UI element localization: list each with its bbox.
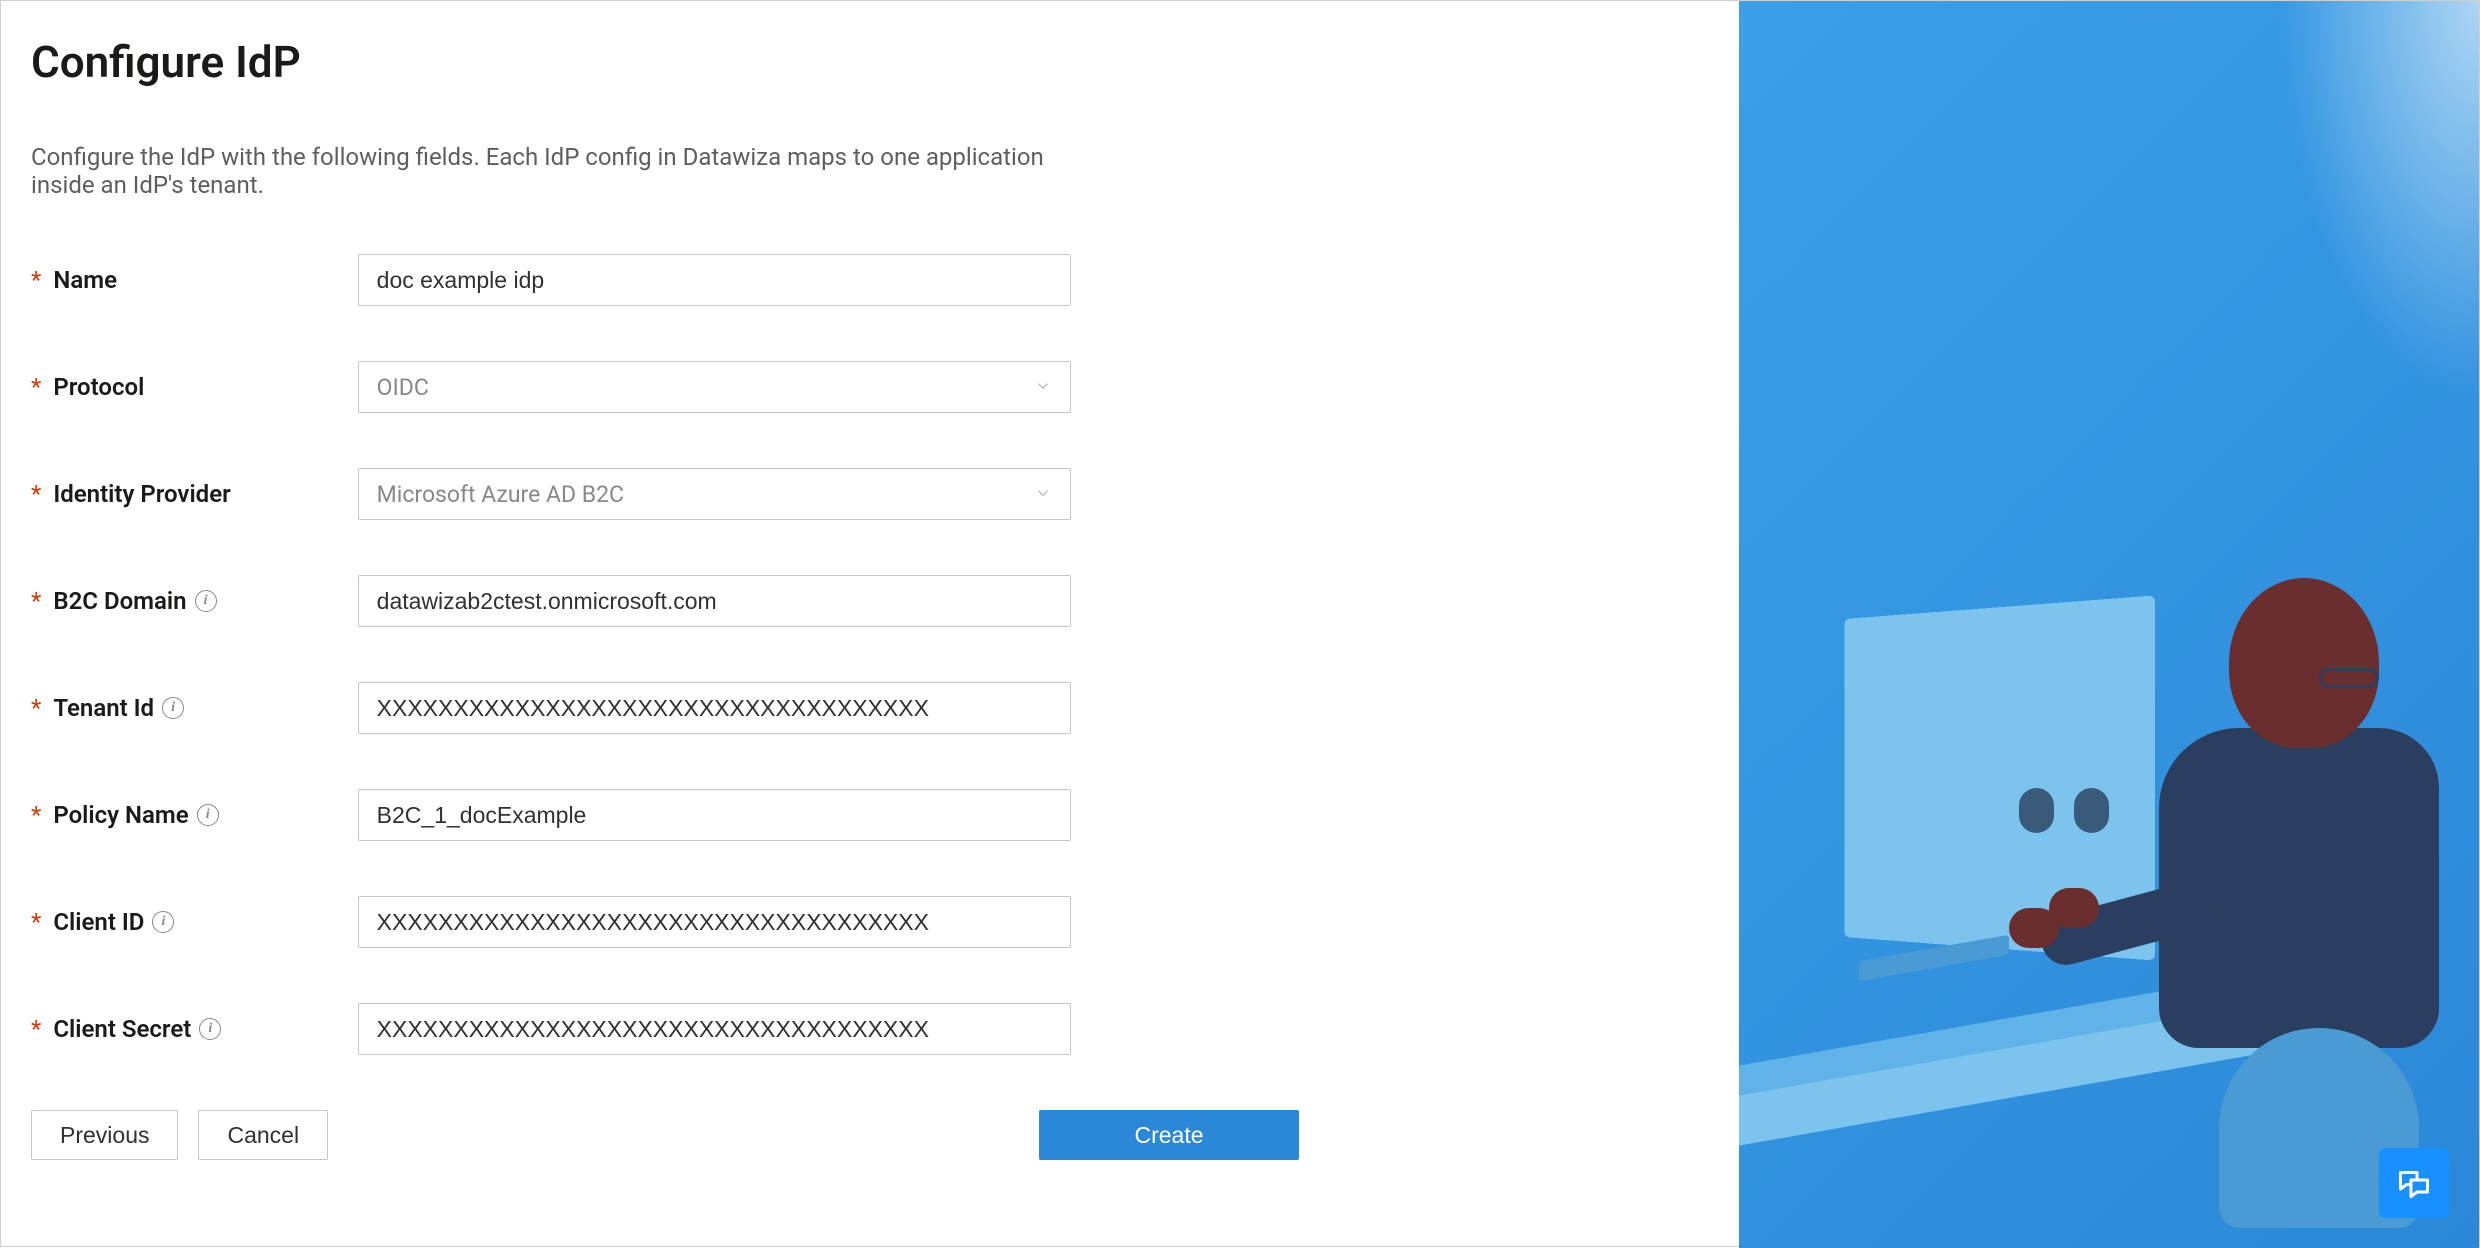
create-button[interactable]: Create (1039, 1110, 1299, 1160)
client-secret-input[interactable] (358, 1003, 1071, 1055)
info-icon[interactable]: i (162, 697, 184, 719)
required-asterisk: * (31, 1015, 41, 1043)
required-asterisk: * (31, 801, 41, 829)
tenant-id-label: * Tenant Id i (31, 694, 358, 722)
identity-provider-label: * Identity Provider (31, 480, 358, 508)
client-id-input[interactable] (358, 896, 1071, 948)
info-icon[interactable]: i (195, 590, 217, 612)
required-asterisk: * (31, 373, 41, 401)
form-row-policy-name: * Policy Name i (31, 789, 1071, 841)
page-title: Configure IdP (31, 36, 1071, 88)
illustration-glasses (2319, 668, 2379, 688)
form-row-client-id: * Client ID i (31, 896, 1071, 948)
policy-name-input[interactable] (358, 789, 1071, 841)
tenant-id-input[interactable] (358, 682, 1071, 734)
required-asterisk: * (31, 694, 41, 722)
name-label: * Name (31, 266, 358, 294)
chevron-down-icon (1034, 481, 1052, 508)
required-asterisk: * (31, 587, 41, 615)
name-input[interactable] (358, 254, 1071, 306)
required-asterisk: * (31, 266, 41, 294)
identity-provider-select[interactable]: Microsoft Azure AD B2C (358, 468, 1071, 520)
b2c-domain-label: * B2C Domain i (31, 587, 358, 615)
chat-button[interactable] (2379, 1148, 2449, 1218)
form-row-client-secret: * Client Secret i (31, 1003, 1071, 1055)
illustration-panel (1739, 1, 2479, 1248)
chat-icon (2396, 1165, 2432, 1201)
protocol-select[interactable]: OIDC (358, 361, 1071, 413)
previous-button[interactable]: Previous (31, 1110, 178, 1160)
form-row-protocol: * Protocol OIDC (31, 361, 1071, 413)
button-row: Previous Cancel Create (31, 1110, 1299, 1160)
main-form-panel: Configure IdP Configure the IdP with the… (1, 1, 1101, 1195)
page-description: Configure the IdP with the following fie… (31, 143, 1071, 199)
illustration-person-hand (2009, 908, 2059, 948)
illustration-person-head (2229, 578, 2379, 748)
client-id-label: * Client ID i (31, 908, 358, 936)
form-row-b2c-domain: * B2C Domain i (31, 575, 1071, 627)
illustration-content (1739, 313, 2479, 1248)
protocol-label: * Protocol (31, 373, 358, 401)
cancel-button[interactable]: Cancel (198, 1110, 328, 1160)
form-row-tenant-id: * Tenant Id i (31, 682, 1071, 734)
client-secret-label: * Client Secret i (31, 1015, 358, 1043)
form-row-identity-provider: * Identity Provider Microsoft Azure AD B… (31, 468, 1071, 520)
required-asterisk: * (31, 480, 41, 508)
info-icon[interactable]: i (199, 1018, 221, 1040)
illustration-headphones (2019, 788, 2109, 848)
chevron-down-icon (1034, 374, 1052, 401)
info-icon[interactable]: i (152, 911, 174, 933)
required-asterisk: * (31, 908, 41, 936)
b2c-domain-input[interactable] (358, 575, 1071, 627)
policy-name-label: * Policy Name i (31, 801, 358, 829)
form-row-name: * Name (31, 254, 1071, 306)
info-icon[interactable]: i (197, 804, 219, 826)
